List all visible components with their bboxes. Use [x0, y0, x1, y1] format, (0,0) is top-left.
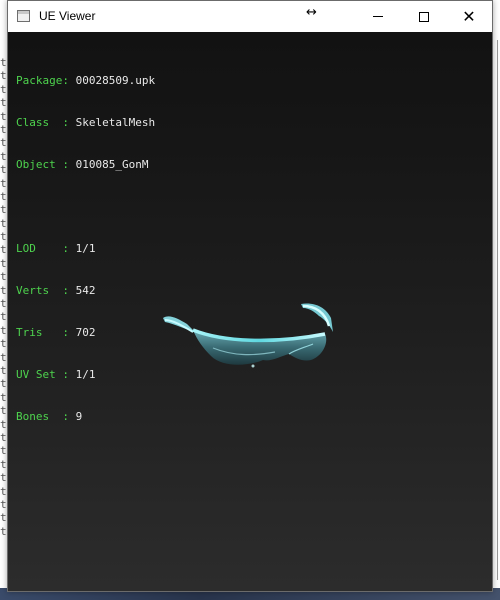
info-label: Tris :: [16, 326, 76, 339]
close-button[interactable]: ✕: [446, 1, 492, 32]
info-lod: LOD : 1/1: [16, 242, 155, 256]
ue-viewer-window: UE Viewer ↔ ✕ Package: 00028509.upk Clas…: [7, 0, 493, 592]
info-tris: Tris : 702: [16, 326, 155, 340]
3d-viewport[interactable]: Package: 00028509.upk Class : SkeletalMe…: [8, 32, 492, 591]
info-label: Bones :: [16, 410, 76, 423]
info-package: Package: 00028509.upk: [16, 74, 155, 88]
info-value: 010085_GonM: [75, 158, 149, 171]
info-value: 1/1: [75, 242, 96, 255]
maximize-button[interactable]: [401, 1, 447, 32]
info-label: UV Set :: [16, 368, 76, 381]
info-class: Class : SkeletalMesh: [16, 116, 155, 130]
window-app-icon[interactable]: [17, 10, 30, 22]
info-verts: Verts : 542: [16, 284, 155, 298]
info-bones: Bones : 9: [16, 410, 155, 424]
info-label: Package:: [16, 74, 76, 87]
minimize-icon: [373, 16, 383, 17]
background-scrollbar: [495, 40, 498, 580]
sunglasses-mesh[interactable]: [153, 270, 333, 370]
info-label: Object :: [16, 158, 76, 171]
info-spacer: [16, 200, 155, 214]
info-label: Verts :: [16, 284, 76, 297]
info-value: 542: [75, 284, 96, 297]
info-value: 9: [75, 410, 83, 423]
info-uvset: UV Set : 1/1: [16, 368, 155, 382]
info-label: LOD :: [16, 242, 76, 255]
minimize-button[interactable]: [355, 1, 401, 32]
window-title: UE Viewer: [39, 9, 96, 23]
info-value: 1/1: [75, 368, 96, 381]
resize-cursor-icon: ↔: [306, 5, 317, 20]
info-label: Class :: [16, 116, 76, 129]
close-icon: ✕: [462, 6, 476, 26]
info-value: 00028509.upk: [75, 74, 156, 87]
maximize-icon: [419, 11, 429, 22]
mesh-info-overlay: Package: 00028509.upk Class : SkeletalMe…: [16, 46, 155, 452]
info-value: 702: [75, 326, 96, 339]
title-bar[interactable]: UE Viewer ↔ ✕: [8, 1, 492, 32]
info-value: SkeletalMesh: [75, 116, 156, 129]
info-object: Object : 010085_GonM: [16, 158, 155, 172]
